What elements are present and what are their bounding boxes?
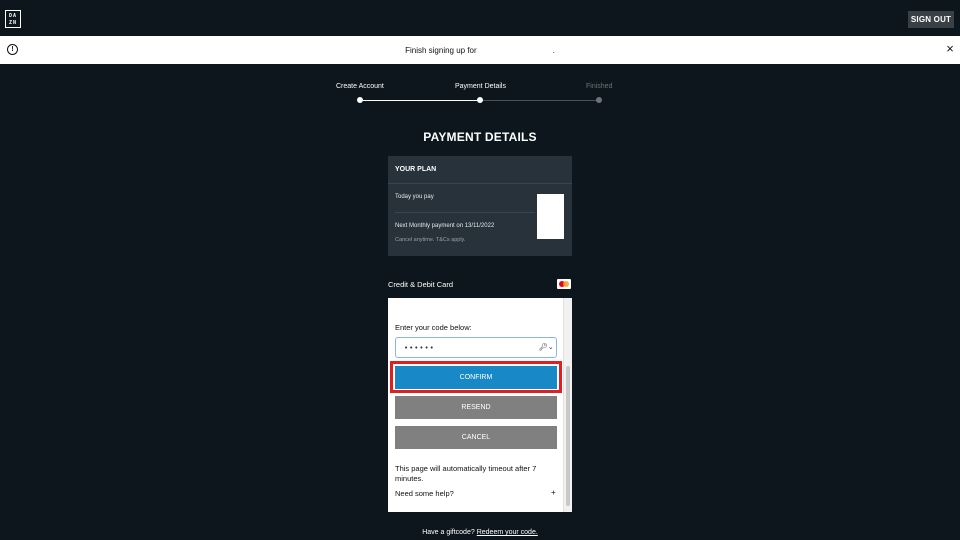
top-bar: DA ZN SIGN OUT xyxy=(0,0,960,36)
today-pay-label: Today you pay xyxy=(395,194,434,200)
logo-line-2: ZN xyxy=(8,19,18,26)
confirm-button[interactable]: CONFIRM xyxy=(395,366,557,389)
price-redacted-box xyxy=(537,194,564,239)
step-dot-1 xyxy=(357,97,363,103)
plan-heading: YOUR PLAN xyxy=(388,156,572,184)
step-line-2 xyxy=(480,100,599,101)
signup-banner: ! Finish signing up for . × xyxy=(0,36,960,64)
step-payment-details: Payment Details xyxy=(455,83,506,90)
next-payment-label: Next Monthly payment on 13/11/2022 xyxy=(395,223,495,229)
terms-note: Cancel anytime. T&Cs apply. xyxy=(395,237,466,243)
code-prompt: Enter your code below: xyxy=(395,323,472,332)
payment-method-label: Credit & Debit Card xyxy=(388,280,454,289)
giftcode-text: Have a giftcode? xyxy=(422,529,475,536)
code-input[interactable] xyxy=(395,337,557,358)
resend-button[interactable]: RESEND xyxy=(395,396,557,419)
redeem-code-link[interactable]: Redeem your code. xyxy=(477,529,538,536)
sign-out-button[interactable]: SIGN OUT xyxy=(908,11,954,28)
banner-message-suffix: . xyxy=(552,45,555,55)
banner-message: Finish signing up for . xyxy=(0,36,960,64)
scrollbar-thumb[interactable] xyxy=(566,366,570,506)
banner-message-text: Finish signing up for xyxy=(405,45,477,55)
close-icon[interactable]: × xyxy=(944,42,956,56)
plan-divider xyxy=(395,212,535,213)
progress-steps: Create Account Payment Details Finished xyxy=(330,82,630,106)
plus-icon[interactable]: + xyxy=(551,488,556,497)
step-dot-2 xyxy=(477,97,483,103)
frame-scrollbar[interactable] xyxy=(563,298,572,512)
logo-line-1: DA xyxy=(8,12,18,19)
plan-summary: YOUR PLAN Today you pay Next Monthly pay… xyxy=(388,156,572,256)
step-create-account: Create Account xyxy=(336,83,384,90)
step-dot-3 xyxy=(596,97,602,103)
key-icon[interactable]: 🔑︎⌄ xyxy=(539,343,554,351)
step-finished: Finished xyxy=(586,83,613,90)
timeout-notice: This page will automatically timeout aft… xyxy=(395,464,537,483)
cancel-button[interactable]: CANCEL xyxy=(395,426,557,449)
help-toggle-label[interactable]: Need some help? xyxy=(395,489,454,498)
page-title: PAYMENT DETAILS xyxy=(423,130,537,144)
step-line-1 xyxy=(363,100,480,101)
dazn-logo[interactable]: DA ZN xyxy=(5,10,21,28)
giftcode-footer: Have a giftcode? Redeem your code. xyxy=(0,529,960,536)
mastercard-icon xyxy=(557,279,571,289)
